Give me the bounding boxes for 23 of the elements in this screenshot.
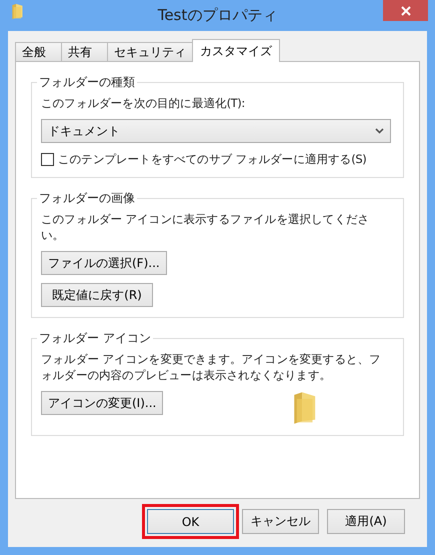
- dialog-button[interactable]: キャンセル: [242, 509, 319, 534]
- group-title: フォルダーの画像: [38, 190, 136, 207]
- checkbox[interactable]: [41, 152, 54, 166]
- dialog-button[interactable]: 適用(A): [327, 509, 405, 534]
- chevron-down-icon: [375, 128, 384, 134]
- tab[interactable]: セキュリティ: [107, 42, 193, 61]
- close-button[interactable]: [383, 0, 428, 21]
- group-title: フォルダー アイコン: [38, 330, 152, 347]
- tab[interactable]: 共有: [61, 42, 108, 61]
- checkbox-label: このテンプレートをすべてのサブ フォルダーに適用する(S): [58, 151, 366, 167]
- description-text: フォルダー アイコンを変更できます。アイコンを変更すると、フォルダーの内容のプレビューは表示されなくなります。: [41, 351, 382, 383]
- description-text: このフォルダー アイコンに表示するファイルを選択してください。: [41, 211, 370, 243]
- tab[interactable]: 全般: [15, 42, 62, 61]
- folder-icon: [11, 3, 25, 20]
- button[interactable]: 既定値に戻す(R): [41, 283, 153, 307]
- close-icon: [400, 6, 410, 16]
- button[interactable]: ファイルの選択(F)...: [41, 251, 167, 275]
- change-icon-button[interactable]: アイコンの変更(I)...: [41, 391, 164, 415]
- description-text: このフォルダーを次の目的に最適化(T):: [41, 95, 246, 111]
- tab[interactable]: カスタマイズ: [192, 39, 280, 62]
- dropdown[interactable]: ドキュメント: [41, 119, 391, 143]
- window-title: Testのプロパティ: [158, 6, 278, 25]
- group-title: フォルダーの種類: [38, 74, 136, 91]
